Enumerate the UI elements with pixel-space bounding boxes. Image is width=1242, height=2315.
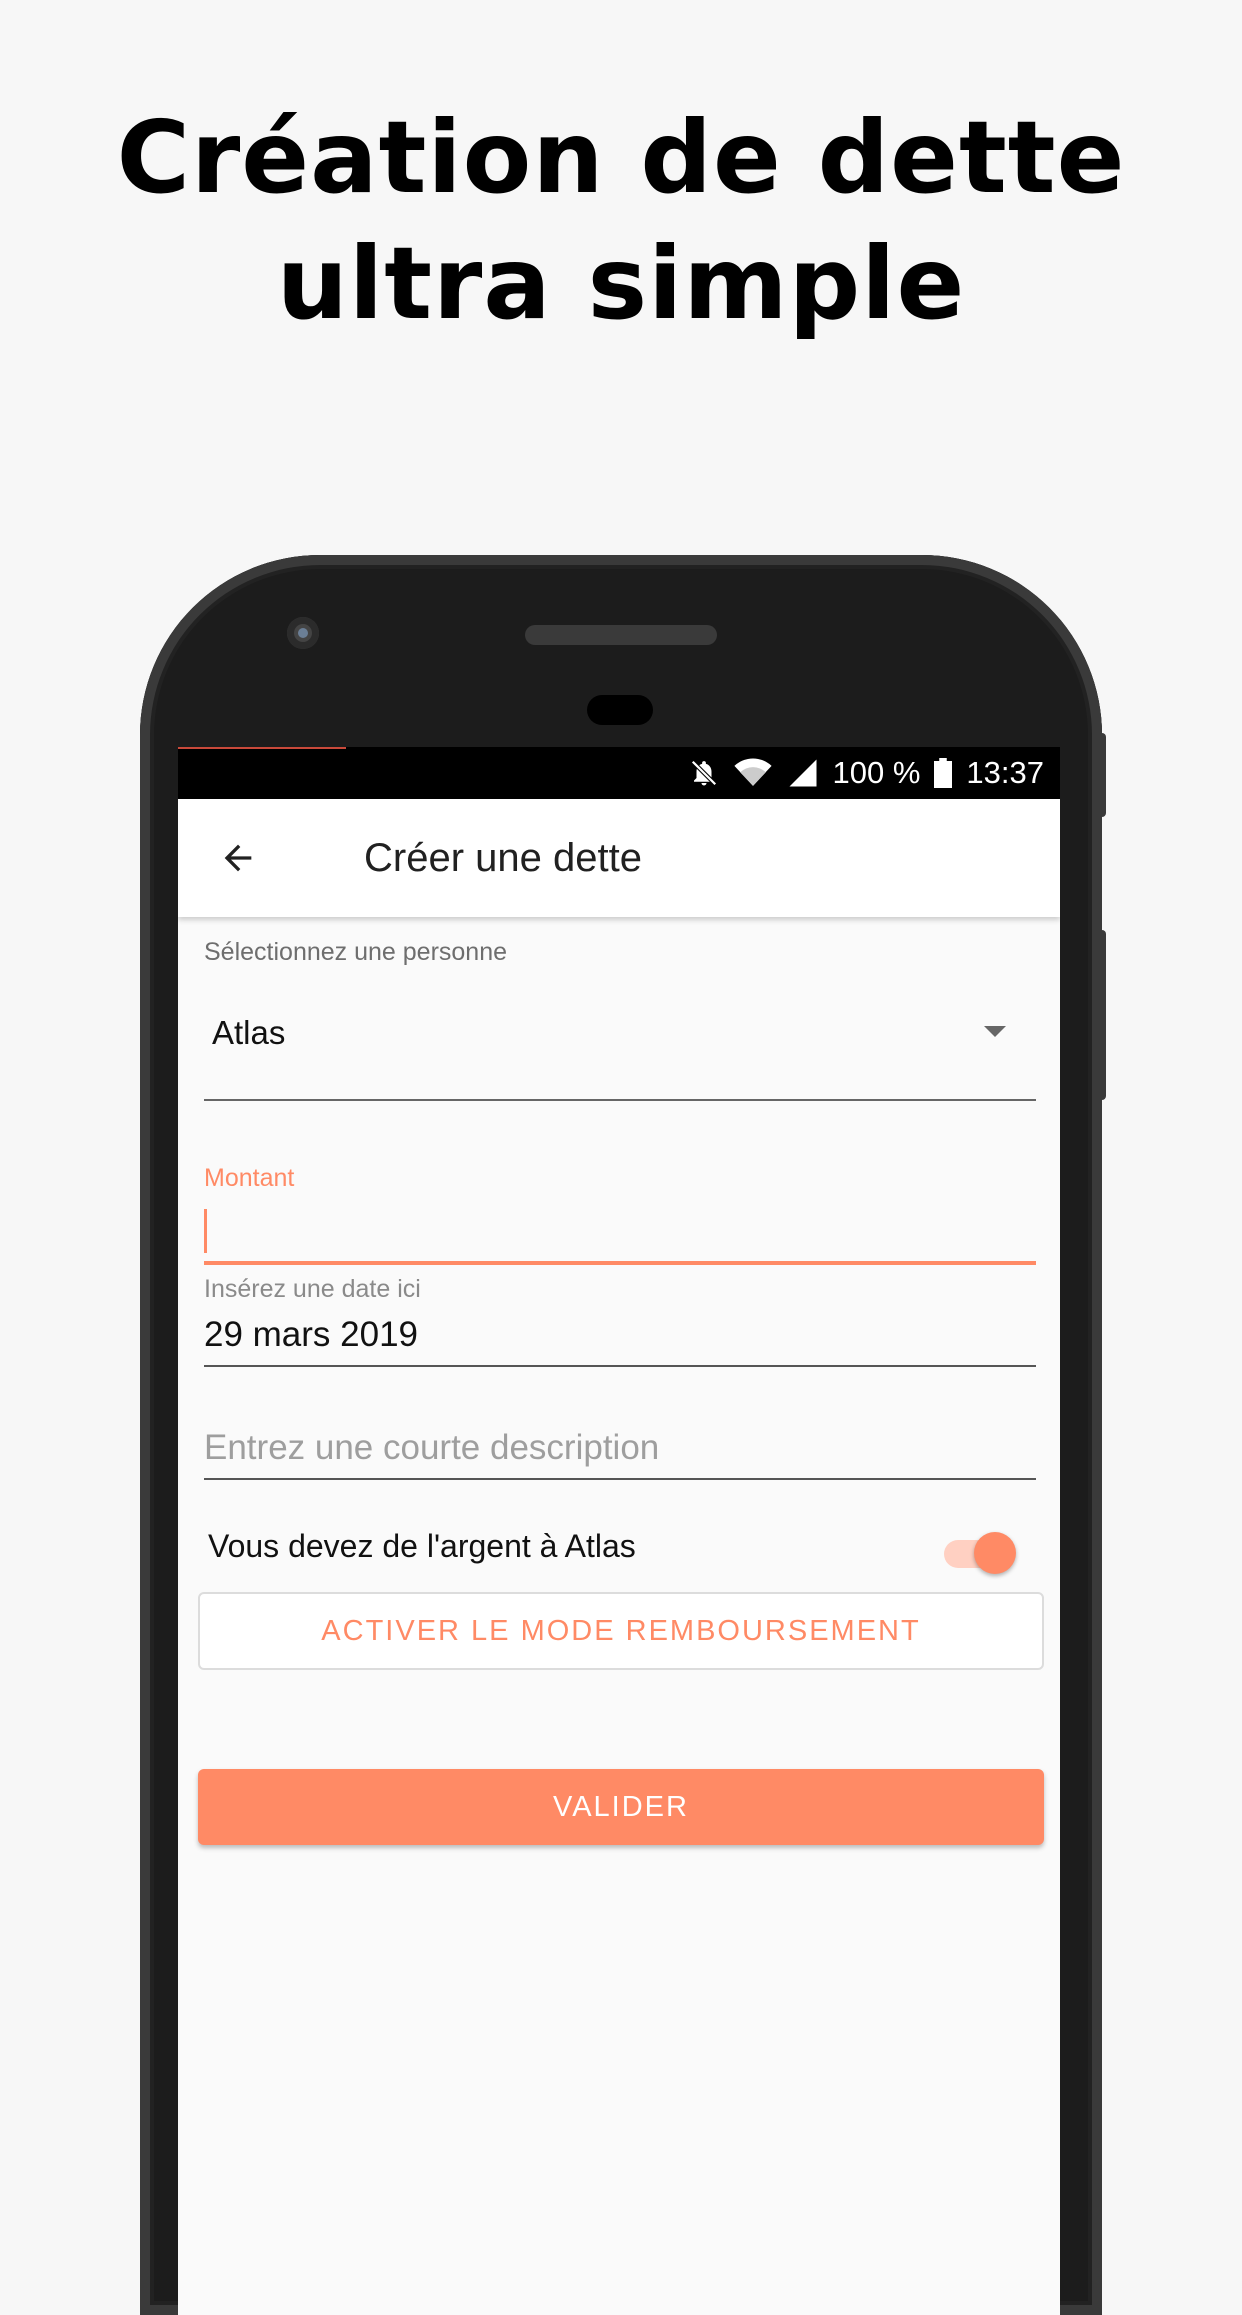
- phone-frame: 100 % 13:37 Créer une dette Sélectionnez…: [140, 555, 1106, 2315]
- wifi-icon: [733, 758, 773, 788]
- app-bar: Créer une dette: [178, 799, 1060, 917]
- promo-headline: Création de dette ultra simple: [0, 95, 1242, 347]
- page-title: Créer une dette: [364, 835, 642, 880]
- back-button[interactable]: [208, 828, 268, 888]
- person-select[interactable]: Atlas: [204, 966, 1036, 1074]
- headline-line-2: ultra simple: [276, 225, 966, 342]
- status-bar: 100 % 13:37: [178, 747, 1060, 799]
- date-input[interactable]: 29 mars 2019: [204, 1315, 418, 1355]
- phone-power-button: [1098, 733, 1106, 817]
- bell-off-icon: [689, 758, 719, 788]
- refund-mode-button[interactable]: ACTIVER LE MODE REMBOURSEMENT: [198, 1592, 1044, 1670]
- headline-line-1: Création de dette: [116, 99, 1126, 216]
- amount-label: Montant: [204, 1164, 295, 1192]
- status-time: 13:37: [966, 755, 1044, 790]
- proximity-sensor: [587, 695, 653, 725]
- phone-volume-button: [1098, 930, 1106, 1100]
- description-underline: [204, 1478, 1036, 1480]
- arrow-back-icon: [224, 844, 252, 872]
- date-label: Insérez une date ici: [204, 1275, 421, 1303]
- person-select-value: Atlas: [212, 1014, 286, 1051]
- toggle-thumb: [974, 1532, 1016, 1574]
- description-input[interactable]: Entrez une courte description: [204, 1428, 659, 1468]
- front-camera: [287, 617, 319, 649]
- owe-toggle-row: Vous devez de l'argent à Atlas: [208, 1524, 1036, 1584]
- person-label: Sélectionnez une personne: [204, 938, 508, 966]
- text-cursor: [204, 1209, 207, 1253]
- earpiece-speaker: [525, 625, 717, 645]
- battery-icon: [934, 758, 953, 788]
- submit-button[interactable]: VALIDER: [198, 1769, 1044, 1845]
- date-underline: [204, 1365, 1036, 1367]
- phone-screen: 100 % 13:37 Créer une dette Sélectionnez…: [178, 747, 1060, 2315]
- signal-icon: [787, 758, 819, 788]
- amount-input[interactable]: [204, 1199, 1036, 1259]
- status-accent-line: [178, 747, 346, 749]
- amount-underline: [204, 1261, 1036, 1265]
- owe-toggle-switch[interactable]: [944, 1532, 1016, 1574]
- battery-percent: 100 %: [832, 755, 921, 790]
- dropdown-arrow-icon: [984, 1026, 1006, 1037]
- owe-toggle-label: Vous devez de l'argent à Atlas: [208, 1528, 636, 1564]
- person-select-underline: [204, 1099, 1036, 1101]
